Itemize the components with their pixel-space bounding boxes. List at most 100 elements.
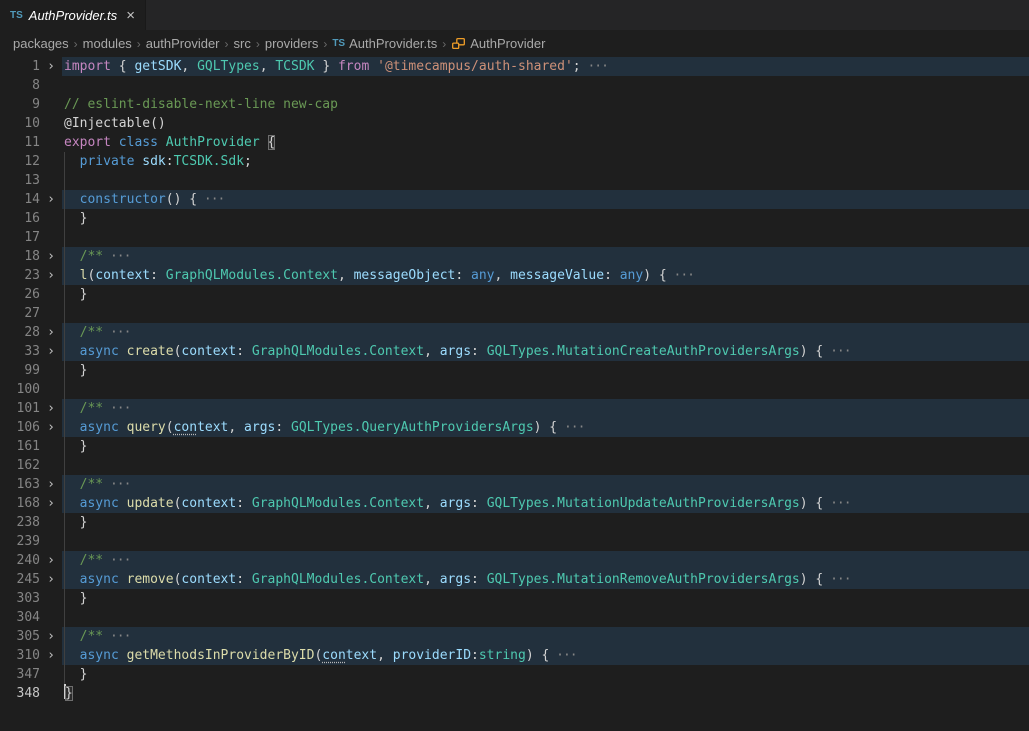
line-number[interactable]: 245 — [0, 570, 40, 589]
code-line[interactable]: 305› /** ··· — [0, 627, 1029, 646]
code-line-content[interactable]: /** ··· — [62, 399, 1029, 418]
code-line-content[interactable] — [62, 228, 1029, 247]
line-number[interactable]: 26 — [0, 285, 40, 304]
line-number[interactable]: 161 — [0, 437, 40, 456]
line-number[interactable]: 168 — [0, 494, 40, 513]
code-line-content[interactable]: /** ··· — [62, 475, 1029, 494]
code-line-content[interactable]: /** ··· — [62, 247, 1029, 266]
fold-chevron-icon[interactable]: › — [40, 323, 62, 342]
fold-chevron-icon[interactable]: › — [40, 342, 62, 361]
breadcrumb-item-file[interactable]: TS AuthProvider.ts — [332, 36, 437, 51]
code-line-content[interactable]: } — [62, 437, 1029, 456]
line-number[interactable]: 8 — [0, 76, 40, 95]
close-icon[interactable]: × — [126, 8, 135, 23]
code-line-content[interactable]: } — [62, 361, 1029, 380]
line-number[interactable]: 14 — [0, 190, 40, 209]
line-number[interactable]: 238 — [0, 513, 40, 532]
line-number[interactable]: 10 — [0, 114, 40, 133]
code-line-content[interactable]: constructor() { ··· — [62, 190, 1029, 209]
code-line[interactable]: 100 — [0, 380, 1029, 399]
fold-chevron-icon[interactable]: › — [40, 627, 62, 646]
code-line[interactable]: 304 — [0, 608, 1029, 627]
fold-chevron-icon[interactable]: › — [40, 266, 62, 285]
code-line-content[interactable]: async update(context: GraphQLModules.Con… — [62, 494, 1029, 513]
code-line[interactable]: 9// eslint-disable-next-line new-cap — [0, 95, 1029, 114]
line-number[interactable]: 17 — [0, 228, 40, 247]
code-line-content[interactable]: import { getSDK, GQLTypes, TCSDK } from … — [62, 57, 1029, 76]
code-line-content[interactable]: @Injectable() — [62, 114, 1029, 133]
code-line-content[interactable] — [62, 532, 1029, 551]
code-line[interactable]: 106› async query(context, args: GQLTypes… — [0, 418, 1029, 437]
code-line[interactable]: 347 } — [0, 665, 1029, 684]
code-line[interactable]: 23› l(context: GraphQLModules.Context, m… — [0, 266, 1029, 285]
code-line-content[interactable]: private sdk:TCSDK.Sdk; — [62, 152, 1029, 171]
code-line[interactable]: 99 } — [0, 361, 1029, 380]
tab-authprovider[interactable]: TS AuthProvider.ts × — [0, 0, 146, 30]
line-number[interactable]: 310 — [0, 646, 40, 665]
code-line-content[interactable]: // eslint-disable-next-line new-cap — [62, 95, 1029, 114]
breadcrumb-item-packages[interactable]: packages — [13, 36, 69, 51]
fold-chevron-icon[interactable]: › — [40, 475, 62, 494]
code-line[interactable]: 240› /** ··· — [0, 551, 1029, 570]
line-number[interactable]: 163 — [0, 475, 40, 494]
code-line[interactable]: 26 } — [0, 285, 1029, 304]
code-line-content[interactable]: /** ··· — [62, 323, 1029, 342]
line-number[interactable]: 348 — [0, 684, 40, 703]
code-line-content[interactable]: } — [62, 684, 1029, 703]
line-number[interactable]: 23 — [0, 266, 40, 285]
code-line[interactable]: 33› async create(context: GraphQLModules… — [0, 342, 1029, 361]
code-line-content[interactable]: } — [62, 285, 1029, 304]
code-line-content[interactable]: /** ··· — [62, 627, 1029, 646]
code-line[interactable]: 10 @Injectable() — [0, 114, 1029, 133]
code-line-content[interactable]: async create(context: GraphQLModules.Con… — [62, 342, 1029, 361]
code-line-content[interactable] — [62, 76, 1029, 95]
line-number[interactable]: 27 — [0, 304, 40, 323]
fold-chevron-icon[interactable]: › — [40, 646, 62, 665]
code-line-content[interactable]: } — [62, 209, 1029, 228]
code-line[interactable]: 1›import { getSDK, GQLTypes, TCSDK } fro… — [0, 57, 1029, 76]
breadcrumb-item-authprovider[interactable]: authProvider — [146, 36, 220, 51]
code-line[interactable]: 310› async getMethodsInProviderByID(cont… — [0, 646, 1029, 665]
fold-chevron-icon[interactable]: › — [40, 399, 62, 418]
line-number[interactable]: 100 — [0, 380, 40, 399]
code-line[interactable]: 239 — [0, 532, 1029, 551]
code-line[interactable]: 163› /** ··· — [0, 475, 1029, 494]
code-line-content[interactable]: async query(context, args: GQLTypes.Quer… — [62, 418, 1029, 437]
code-line[interactable]: 101› /** ··· — [0, 399, 1029, 418]
code-line-content[interactable]: l(context: GraphQLModules.Context, messa… — [62, 266, 1029, 285]
breadcrumb-item-symbol[interactable]: AuthProvider — [451, 35, 545, 53]
code-line[interactable]: 28› /** ··· — [0, 323, 1029, 342]
code-line-content[interactable]: } — [62, 589, 1029, 608]
code-line-content[interactable]: export class AuthProvider { — [62, 133, 1029, 152]
line-number[interactable]: 18 — [0, 247, 40, 266]
fold-chevron-icon[interactable]: › — [40, 418, 62, 437]
line-number[interactable]: 304 — [0, 608, 40, 627]
line-number[interactable]: 99 — [0, 361, 40, 380]
line-number[interactable]: 12 — [0, 152, 40, 171]
code-line[interactable]: 14› constructor() { ··· — [0, 190, 1029, 209]
code-line-content[interactable]: async getMethodsInProviderByID(context, … — [62, 646, 1029, 665]
code-line[interactable]: 18› /** ··· — [0, 247, 1029, 266]
code-line[interactable]: 348} — [0, 684, 1029, 703]
code-line-content[interactable]: /** ··· — [62, 551, 1029, 570]
code-line-content[interactable] — [62, 456, 1029, 475]
code-line-content[interactable] — [62, 380, 1029, 399]
line-number[interactable]: 347 — [0, 665, 40, 684]
code-line[interactable]: 17 — [0, 228, 1029, 247]
line-number[interactable]: 162 — [0, 456, 40, 475]
code-line[interactable]: 11export class AuthProvider { — [0, 133, 1029, 152]
code-line[interactable]: 238 } — [0, 513, 1029, 532]
code-line-content[interactable]: } — [62, 513, 1029, 532]
line-number[interactable]: 240 — [0, 551, 40, 570]
code-line-content[interactable]: async remove(context: GraphQLModules.Con… — [62, 570, 1029, 589]
code-line[interactable]: 161 } — [0, 437, 1029, 456]
fold-chevron-icon[interactable]: › — [40, 494, 62, 513]
fold-chevron-icon[interactable]: › — [40, 551, 62, 570]
code-line[interactable]: 245› async remove(context: GraphQLModule… — [0, 570, 1029, 589]
fold-chevron-icon[interactable]: › — [40, 247, 62, 266]
line-number[interactable]: 1 — [0, 57, 40, 76]
line-number[interactable]: 239 — [0, 532, 40, 551]
code-line[interactable]: 303 } — [0, 589, 1029, 608]
fold-chevron-icon[interactable]: › — [40, 57, 62, 76]
code-line[interactable]: 168› async update(context: GraphQLModule… — [0, 494, 1029, 513]
